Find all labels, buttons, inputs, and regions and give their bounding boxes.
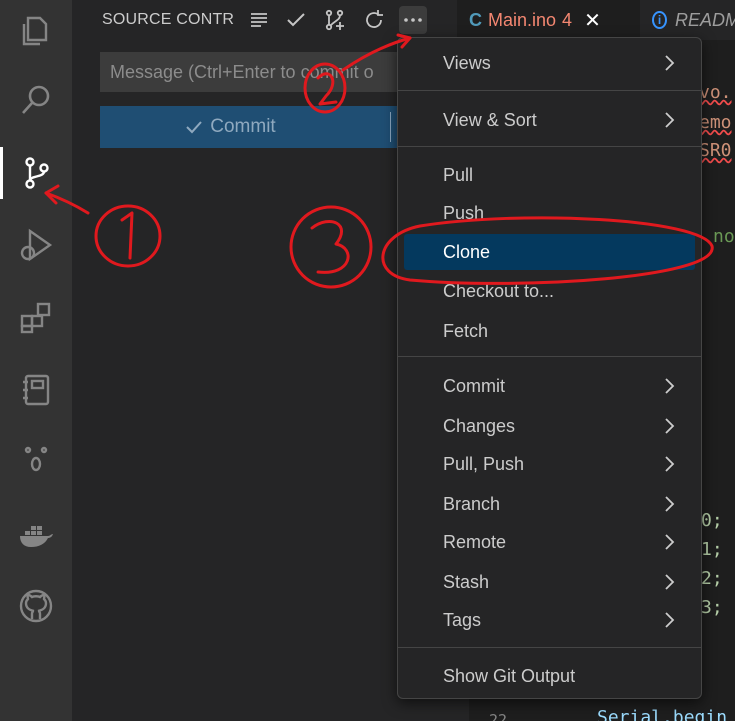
chevron-right-icon bbox=[665, 574, 675, 590]
menu-item-stash[interactable]: Stash bbox=[402, 564, 697, 600]
chevron-right-icon bbox=[665, 55, 675, 71]
menu-item-label: Show Git Output bbox=[443, 665, 576, 686]
more-actions-menu: Views View & Sort Pull Push Clone Checko… bbox=[397, 37, 702, 699]
menu-item-label: Views bbox=[443, 52, 491, 73]
code-fragment: 2; bbox=[701, 568, 723, 589]
menu-item-label: Checkout to... bbox=[443, 280, 555, 301]
menu-item-branch[interactable]: Branch bbox=[402, 486, 697, 522]
code-fragment: emo bbox=[699, 112, 732, 133]
menu-item-label: Changes bbox=[443, 415, 516, 436]
menu-item-label: Stash bbox=[443, 571, 490, 592]
menu-separator bbox=[398, 356, 701, 357]
menu-item-checkout[interactable]: Checkout to... bbox=[402, 273, 697, 309]
menu-item-pull[interactable]: Pull bbox=[402, 157, 697, 193]
code-fragment: vo. bbox=[699, 82, 732, 103]
chevron-right-icon bbox=[665, 378, 675, 394]
chevron-right-icon bbox=[665, 112, 675, 128]
commit-button-label: Commit bbox=[210, 116, 276, 137]
source-control-icon[interactable] bbox=[0, 143, 72, 203]
c-language-icon: C bbox=[469, 9, 482, 30]
menu-item-label: Clone bbox=[443, 241, 491, 262]
menu-item-label: Push bbox=[443, 202, 485, 223]
code-fragment: SR0 bbox=[699, 140, 732, 161]
menu-item-view-sort[interactable]: View & Sort bbox=[402, 102, 697, 138]
menu-item-label: Remote bbox=[443, 531, 507, 552]
menu-item-clone[interactable]: Clone bbox=[404, 234, 695, 270]
code-fragment: 3; bbox=[701, 597, 723, 618]
chevron-right-icon bbox=[665, 496, 675, 512]
explorer-icon[interactable] bbox=[0, 0, 72, 60]
menu-item-label: Commit bbox=[443, 375, 505, 396]
github-icon[interactable] bbox=[0, 576, 72, 636]
menu-item-tags[interactable]: Tags bbox=[402, 602, 697, 638]
view-as-list-icon[interactable] bbox=[245, 6, 273, 34]
menu-item-pull-push[interactable]: Pull, Push bbox=[402, 446, 697, 482]
menu-separator bbox=[398, 146, 701, 147]
code-fragment: 0; bbox=[701, 510, 723, 531]
docker-icon[interactable] bbox=[0, 505, 72, 565]
face-icon[interactable] bbox=[0, 428, 72, 488]
search-icon[interactable] bbox=[0, 70, 72, 130]
code-fragment: 1; bbox=[701, 539, 723, 560]
commit-button[interactable]: Commit bbox=[100, 106, 400, 148]
commit-message-input[interactable] bbox=[100, 52, 400, 92]
chevron-right-icon bbox=[665, 534, 675, 550]
editor-tabs: C Main.ino 4 ✕ i READM bbox=[457, 0, 735, 40]
code-fragment: Serial.begin bbox=[597, 707, 728, 721]
chevron-right-icon bbox=[665, 612, 675, 628]
create-pull-request-icon[interactable] bbox=[321, 6, 349, 34]
menu-separator bbox=[398, 647, 701, 648]
problem-count-badge: 4 bbox=[562, 9, 573, 30]
info-icon: i bbox=[652, 11, 667, 29]
menu-item-fetch[interactable]: Fetch bbox=[402, 313, 697, 349]
line-number: 22 bbox=[489, 711, 508, 721]
close-icon[interactable]: ✕ bbox=[584, 8, 601, 33]
notebook-icon[interactable] bbox=[0, 360, 72, 420]
tab-main-ino[interactable]: C Main.ino 4 ✕ bbox=[457, 0, 640, 40]
menu-item-commit[interactable]: Commit bbox=[402, 368, 697, 404]
extensions-icon[interactable] bbox=[0, 288, 72, 348]
chevron-right-icon bbox=[665, 456, 675, 472]
menu-item-label: Fetch bbox=[443, 320, 489, 341]
commit-button-divider bbox=[390, 112, 391, 142]
tab-readme[interactable]: i READM bbox=[650, 0, 735, 40]
refresh-icon[interactable] bbox=[360, 6, 388, 34]
panel-title: SOURCE CONTR... bbox=[102, 11, 234, 28]
commit-check-icon[interactable] bbox=[282, 6, 310, 34]
menu-item-changes[interactable]: Changes bbox=[402, 408, 697, 444]
tab-label: Main.ino bbox=[488, 9, 557, 30]
chevron-right-icon bbox=[665, 418, 675, 434]
menu-item-remote[interactable]: Remote bbox=[402, 524, 697, 560]
more-actions-icon[interactable] bbox=[399, 6, 427, 34]
menu-item-label: Pull, Push bbox=[443, 453, 525, 474]
menu-item-push[interactable]: Push bbox=[402, 195, 697, 231]
menu-item-label: Pull bbox=[443, 164, 474, 185]
tab-label: READM bbox=[674, 9, 735, 30]
check-icon bbox=[186, 121, 203, 134]
run-debug-icon[interactable] bbox=[0, 215, 72, 275]
menu-separator bbox=[398, 90, 701, 91]
activity-bar bbox=[0, 0, 72, 721]
menu-item-label: Branch bbox=[443, 493, 501, 514]
menu-item-label: Tags bbox=[443, 609, 482, 630]
menu-item-show-git-output[interactable]: Show Git Output bbox=[402, 658, 697, 694]
menu-item-label: View & Sort bbox=[443, 109, 537, 130]
menu-item-views[interactable]: Views bbox=[402, 45, 697, 81]
code-fragment: no bbox=[713, 226, 735, 247]
